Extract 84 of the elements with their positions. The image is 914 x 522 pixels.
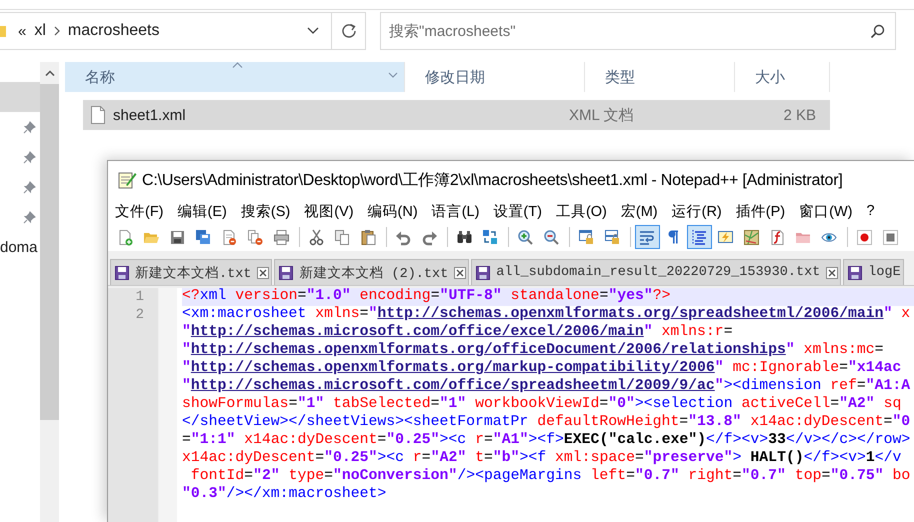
save-icon [169, 228, 186, 246]
window-lightning-icon [717, 228, 734, 246]
refresh-icon [340, 23, 356, 39]
clipboard-icon [360, 228, 377, 246]
code-line: showFormulas="1" tabSelected="1" workbookViewId="0"><selection activeCell="A2" sq [182, 396, 902, 414]
redo-icon [421, 228, 438, 246]
file-tab[interactable]: 新建文本文档.txt [110, 259, 272, 285]
close-file-icon [221, 228, 238, 246]
code-line: "0.3"/></xm:macrosheet> [182, 486, 388, 504]
chevron-up-icon[interactable] [44, 70, 54, 76]
indent-guide-icon [691, 228, 708, 246]
search-field[interactable]: 搜索"macrosheets" [380, 12, 896, 50]
record-icon [856, 228, 873, 246]
word-wrap-icon [639, 228, 656, 246]
code-line: fontId="2" type="noConversion"/><pageMargins left="0.7" right="0.7" top="0.75" bo [190, 468, 912, 486]
column-header[interactable]: 修改日期 [405, 62, 585, 92]
column-header[interactable]: 大小 [735, 62, 830, 92]
file-type: XML 文档 [569, 106, 634, 124]
menu-item[interactable]: 运行(R) [668, 202, 727, 220]
scrollbar[interactable] [40, 62, 59, 522]
column-header[interactable]: 类型 [585, 62, 735, 92]
save-all-icon [195, 228, 212, 246]
map-icon [743, 228, 760, 246]
code-line: "http://schemas.microsoft.com/office/spreadsheetml/2009/9/ac"><dimension ref="A1:A [182, 378, 912, 396]
code-line: "http://schemas.openxmlformats.org/markup-compatibility/2006" mc:Ignorable="x14ac [182, 360, 902, 378]
breadcrumb-overflow[interactable]: « [18, 22, 26, 40]
close-icon[interactable] [257, 266, 270, 278]
menu-item[interactable]: ? [863, 203, 880, 219]
scissors-icon [308, 228, 325, 246]
chevron-down-icon[interactable] [307, 27, 319, 35]
close-all-icon [247, 228, 264, 246]
stop-icon [882, 228, 899, 246]
menu-item[interactable]: 设置(T) [490, 202, 547, 220]
code-line: ="1:1" x14ac:dyDescent="0.25"><c r="A1"><f>EXEC("calc.exe")</f><v>33</v></c></row> [182, 432, 912, 450]
line-number: 1 [136, 288, 144, 306]
menu-item[interactable]: 文件(F) [112, 202, 169, 220]
code-line: "http://schemas.microsoft.com/office/excel/2006/main" xmlns:r= [182, 324, 734, 342]
menu-item[interactable]: 插件(P) [732, 202, 790, 220]
undo-icon [395, 228, 412, 246]
nav-item[interactable]: doma [0, 238, 38, 256]
zoom-in-icon [517, 228, 534, 246]
menu-item[interactable]: 工具(O) [552, 202, 612, 220]
code-line: <xm:macrosheet xmlns="http://schemas.openxmlformats.org/spreadsheetml/2006/main" x [182, 306, 912, 324]
file-tab[interactable]: 新建文本文档 (2).txt [274, 259, 470, 285]
file-tab[interactable]: logE [843, 259, 904, 285]
breadcrumb-item[interactable]: xl [34, 22, 46, 40]
code-line: "http://schemas.openxmlformats.org/officeDocument/2006/relationships" xmlns:mc= [182, 342, 885, 360]
window-title: C:\Users\Administrator\Desktop\word\工作簿2\xl\macrosheets\sheet1.xml - Notepad++ [Administrator] [142, 170, 843, 190]
window-padlock-icon [578, 228, 595, 246]
toolbar-button[interactable] [687, 225, 712, 249]
replace-icon [482, 228, 499, 246]
search-input[interactable]: 搜索"macrosheets" [389, 22, 870, 40]
document-icon [91, 106, 105, 124]
chevron-right-icon [54, 26, 60, 36]
window-padlock-icon [604, 228, 621, 246]
close-icon[interactable] [826, 266, 838, 278]
menu-item[interactable]: 视图(V) [301, 202, 359, 220]
printer-icon [273, 228, 290, 246]
column-header[interactable]: 名称 [65, 62, 405, 92]
menu-item[interactable]: 语言(L) [428, 202, 484, 220]
file-tab[interactable]: all_subdomain_result_20220729_153930.txt [471, 259, 842, 285]
file-name: sheet1.xml [113, 106, 187, 124]
zoom-out-icon [543, 228, 560, 246]
new-file-icon [117, 228, 134, 246]
menu-item[interactable]: 编辑(E) [174, 202, 232, 220]
close-icon[interactable] [454, 266, 466, 278]
copy-icon [334, 228, 351, 246]
menu-item[interactable]: 搜索(S) [238, 202, 296, 220]
address-bar[interactable]: « xl macrosheets [0, 12, 366, 50]
breadcrumb-item[interactable]: macrosheets [68, 22, 160, 40]
menu-item[interactable]: 宏(M) [618, 202, 663, 220]
file-size: 2 KB [782, 106, 816, 124]
function-document-icon [769, 228, 786, 246]
binoculars-icon [456, 228, 473, 246]
search-icon [870, 24, 885, 38]
notepad-icon [117, 170, 137, 190]
code-line: </sheetView></sheetViews><sheetFormatPr defaultRowHeight="13.8" x14ac:dyDescent="0 [182, 414, 912, 432]
file-row[interactable]: sheet1.xml XML 文档 2 KB [83, 100, 830, 130]
scrollbar-thumb[interactable] [40, 84, 59, 420]
line-number: 2 [136, 306, 144, 324]
menu-item[interactable]: 编码(N) [364, 202, 423, 220]
menu-item[interactable]: 窗口(W) [796, 202, 858, 220]
sort-caret-icon [232, 62, 243, 68]
code-line: x14ac:dyDescent="0.25"><c r="A2" t="b"><f xml:space="preserve"> HALT()</f><v>1</v [182, 450, 902, 468]
